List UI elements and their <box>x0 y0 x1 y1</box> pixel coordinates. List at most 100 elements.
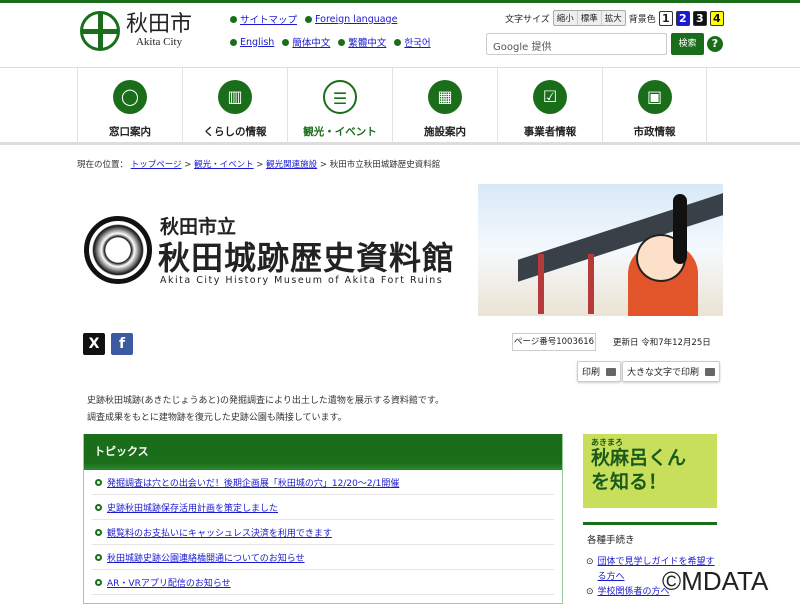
bullet-icon <box>95 553 102 561</box>
bullet-icon <box>230 15 237 23</box>
description-line: 調査成果をもとに建物跡を復元した史跡公園も隣接しています。 <box>87 413 347 423</box>
breadcrumb-link-facilities[interactable]: 観光関連施設 <box>266 160 317 170</box>
nav-item-city-admin[interactable]: ▣ 市政情報 <box>602 68 707 143</box>
nav-label: 市政情報 <box>633 126 676 138</box>
print-large-label: 大きな文字で印刷 <box>627 368 700 378</box>
bullet-icon <box>230 38 237 46</box>
font-smaller-button[interactable]: 縮小 <box>554 11 578 25</box>
akimaro-banner[interactable]: あきまろ 秋麻呂くん を知る！ <box>583 434 717 508</box>
breadcrumb-link-tourism[interactable]: 観光・イベント <box>194 160 254 170</box>
topic-link[interactable]: 観覧料のお支払いにキャッシュレス決済を利用できます <box>107 526 332 539</box>
facebook-share-icon[interactable]: f <box>111 333 133 355</box>
document-check-icon: ☑ <box>533 80 567 114</box>
print-large-button[interactable]: 大きな文字で印刷 <box>622 361 721 382</box>
arrow-circle-icon: ⊙ <box>586 587 594 597</box>
procedure-link[interactable]: 学校関係者の方へ <box>598 585 670 600</box>
printer-icon <box>705 367 716 376</box>
updated-date: 更新日 令和7年12月25日 <box>613 338 711 348</box>
city-emblem-icon <box>80 11 120 51</box>
bg-color-3-button[interactable]: 3 <box>692 10 707 26</box>
top-accent-bar <box>0 0 800 3</box>
bullet-icon <box>95 478 102 486</box>
bullet-icon <box>394 38 402 46</box>
lantern-icon: ☰ <box>323 80 357 114</box>
bullet-icon <box>338 38 346 46</box>
help-icon[interactable]: ? <box>707 36 723 52</box>
topic-link[interactable]: 発掘調査は穴との出会いだ！後期企画展「秋田城の穴」12/20～2/1開催 <box>107 476 399 489</box>
page-title: 秋田城跡歴史資料館 <box>158 239 456 277</box>
breadcrumb: 現在の位置： トップページ > 観光・イベント > 観光関連施設 > 秋田市立秋… <box>77 160 441 170</box>
museum-seal-icon <box>84 216 152 284</box>
breadcrumb-current: 秋田市立秋田城跡歴史資料館 <box>329 160 441 170</box>
topic-link[interactable]: AR・VRアプリ配信のお知らせ <box>107 576 231 589</box>
arrow-circle-icon: ⊙ <box>586 557 594 567</box>
monitor-chart-icon: ▣ <box>637 80 672 114</box>
link-sitemap[interactable]: サイトマップ <box>240 12 297 26</box>
building-icon: ▦ <box>428 80 462 114</box>
description-line: 史跡秋田城跡(あきたじょうあと)の発掘調査により出土した遺物を展示する資料館です… <box>87 396 444 406</box>
bg-color-2-button[interactable]: 2 <box>675 10 690 26</box>
list-item: 史跡秋田城跡保存活用計画を策定しました <box>92 495 554 520</box>
link-traditional-chinese[interactable]: 繁體中文 <box>348 35 386 49</box>
accessibility-controls: 文字サイズ 縮小 標準 拡大 背景色 1 2 3 4 <box>505 10 724 26</box>
nav-label: 窓口案内 <box>109 126 151 138</box>
site-logo[interactable]: 秋田市 Akita City <box>80 11 192 51</box>
font-standard-button[interactable]: 標準 <box>578 11 602 25</box>
bg-color-4-button[interactable]: 4 <box>709 10 724 26</box>
watermark: ©MDATA <box>662 566 769 596</box>
logo-en: Akita City <box>135 36 183 48</box>
bullet-icon <box>305 15 313 23</box>
bullet-icon <box>282 38 290 46</box>
bullet-icon <box>95 503 102 511</box>
page-number: ページ番号1003616 <box>512 333 596 351</box>
font-larger-button[interactable]: 拡大 <box>602 11 625 25</box>
nav-label: 観光・イベント <box>303 126 377 138</box>
banner-english-title: Akita City History Museum of Akita Fort … <box>160 275 444 286</box>
list-item: 観覧料のお支払いにキャッシュレス決済を利用できます <box>92 520 554 545</box>
bullet-icon <box>95 528 102 536</box>
procedures-heading: 各種手続き <box>587 535 635 546</box>
banner-ruby: あきまろ <box>591 437 623 447</box>
divider <box>583 522 717 525</box>
list-item: AR・VRアプリ配信のお知らせ <box>92 570 554 595</box>
banner-line: 秋麻呂くん <box>591 447 687 469</box>
topics-panel: トピックス 発掘調査は穴との出会いだ！後期企画展「秋田城の穴」12/20～2/1… <box>83 434 563 604</box>
book-icon: ▥ <box>218 80 252 114</box>
person-icon: ◯ <box>113 80 147 114</box>
nav-item-counter[interactable]: ◯ 窓口案内 <box>77 68 182 143</box>
breadcrumb-label: 現在の位置： <box>77 160 129 170</box>
topic-link[interactable]: 史跡秋田城跡保存活用計画を策定しました <box>107 501 278 514</box>
search-input[interactable]: Google 提供 <box>486 33 667 55</box>
nav-label: 施設案内 <box>424 126 466 138</box>
bg-color-label: 背景色 <box>628 14 656 25</box>
link-foreign-language[interactable]: Foreign language <box>315 14 397 25</box>
banner-line: を知る！ <box>591 471 668 493</box>
nav-item-facilities[interactable]: ▦ 施設案内 <box>392 68 497 143</box>
description: 史跡秋田城跡(あきたじょうあと)の発掘調査により出土した遺物を展示する資料館です… <box>87 393 444 427</box>
link-korean[interactable]: 한국어 <box>404 35 430 49</box>
printer-icon <box>606 367 617 376</box>
search-button[interactable]: 検索 <box>671 33 704 55</box>
bg-color-1-button[interactable]: 1 <box>658 10 673 26</box>
topics-heading: トピックス <box>84 434 562 470</box>
banner-image <box>478 184 723 316</box>
nav-item-tourism[interactable]: ☰ 観光・イベント <box>287 68 392 143</box>
link-english[interactable]: English <box>240 37 274 48</box>
nav-item-business[interactable]: ☑ 事業者情報 <box>497 68 602 143</box>
x-share-icon[interactable]: X <box>83 333 105 355</box>
breadcrumb-link-top[interactable]: トップページ <box>131 160 182 170</box>
nav-label: 事業者情報 <box>523 126 577 138</box>
print-button[interactable]: 印刷 <box>577 361 622 382</box>
nav-item-living[interactable]: ▥ くらしの情報 <box>182 68 287 143</box>
list-item: 秋田城跡史跡公園連絡橋開通についてのお知らせ <box>92 545 554 570</box>
bullet-icon <box>95 578 102 586</box>
link-simplified-chinese[interactable]: 簡体中文 <box>292 35 330 49</box>
global-nav: ◯ 窓口案内 ▥ くらしの情報 ☰ 観光・イベント ▦ 施設案内 ☑ 事業者情報 ▣ 市政情… <box>0 67 800 145</box>
print-label: 印刷 <box>582 368 601 378</box>
topic-link[interactable]: 秋田城跡史跡公園連絡橋開通についてのお知らせ <box>107 551 305 564</box>
list-item: 発掘調査は穴との出会いだ！後期企画展「秋田城の穴」12/20～2/1開催 <box>92 470 554 495</box>
logo-jp: 秋田市 <box>126 12 193 37</box>
header-links: サイトマップ Foreign language English 簡体中文 繁體中… <box>230 12 470 58</box>
nav-label: くらしの情報 <box>203 126 267 138</box>
font-size-label: 文字サイズ <box>505 14 550 25</box>
